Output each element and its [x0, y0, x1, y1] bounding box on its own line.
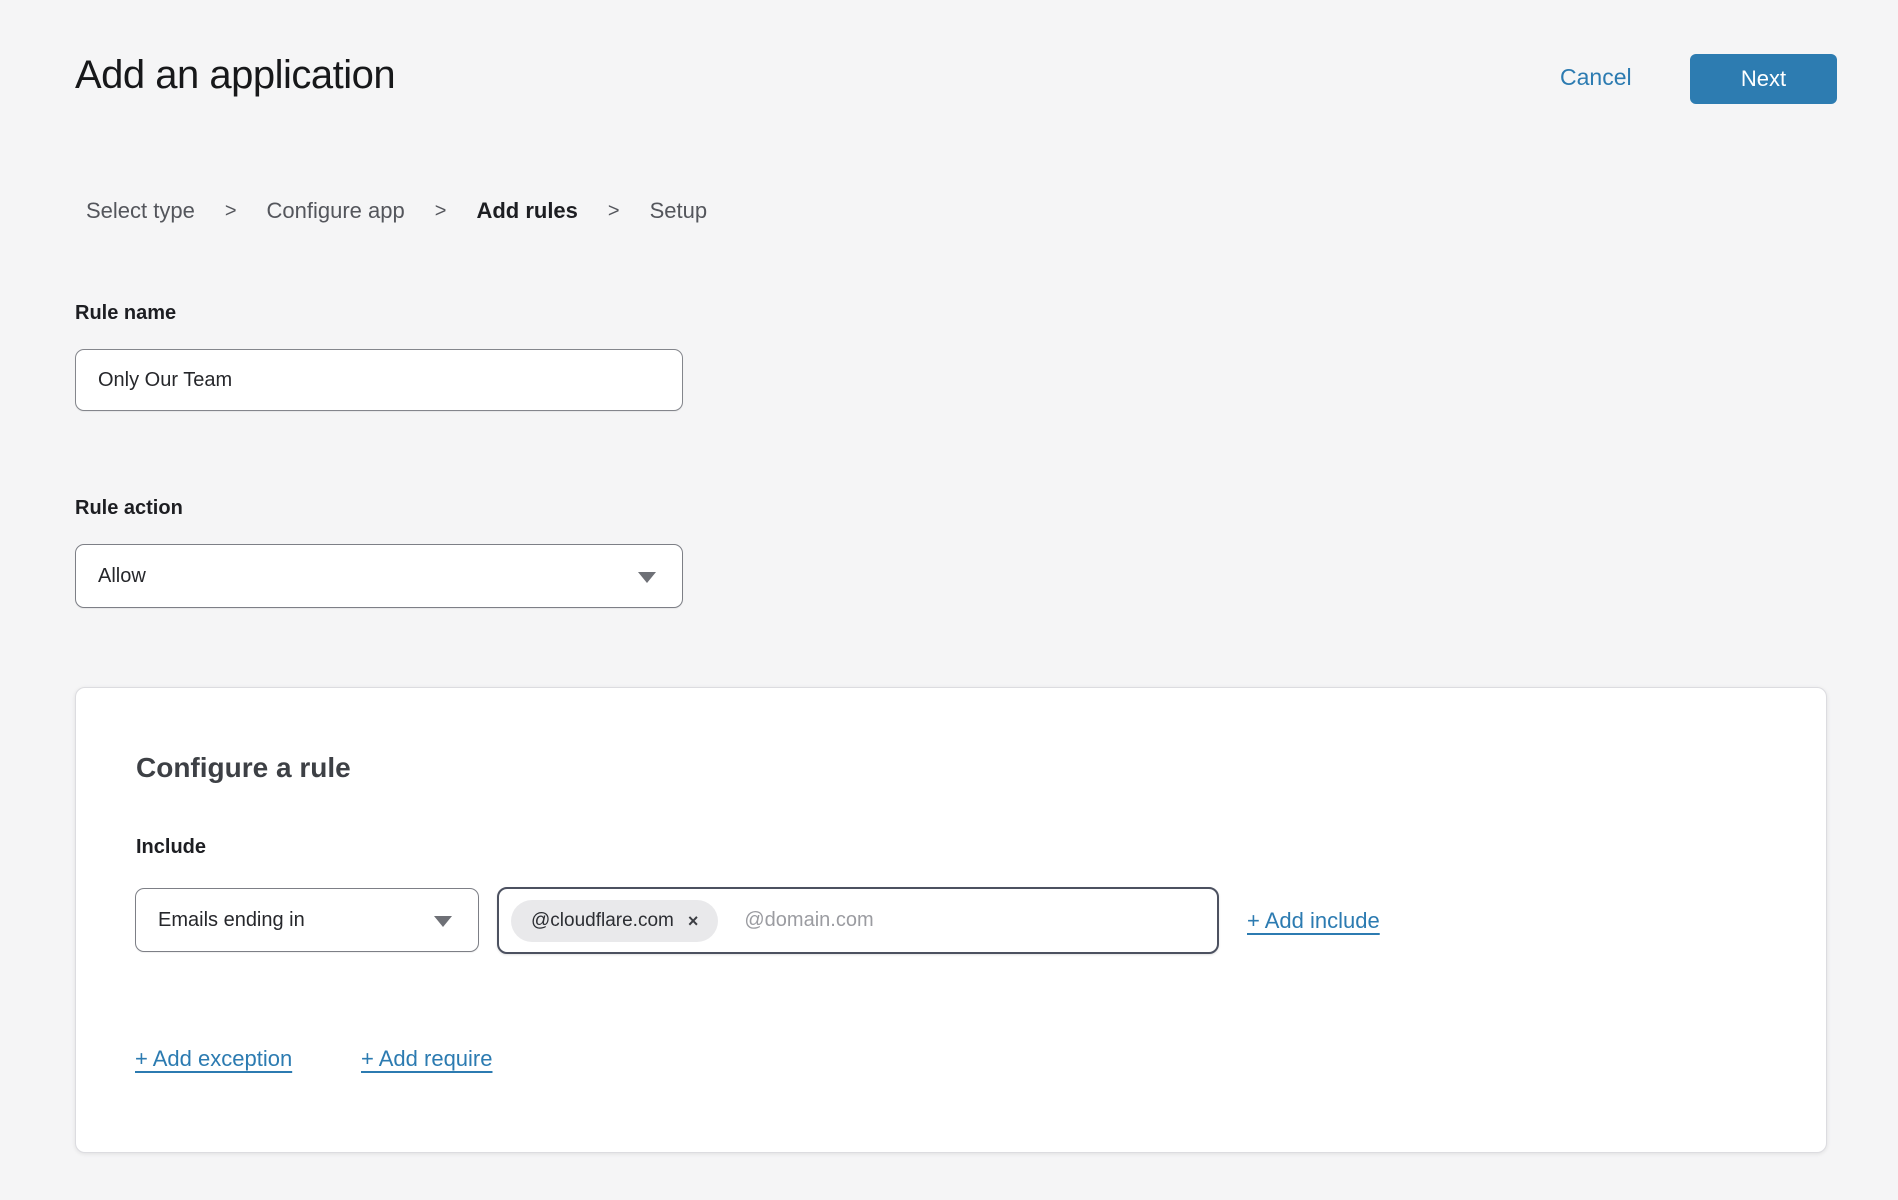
add-application-page: Add an application Cancel Next Select ty… [0, 0, 1898, 1200]
dropdown-caret-icon [434, 916, 452, 927]
cancel-button[interactable]: Cancel [1560, 64, 1632, 91]
add-require-link[interactable]: + Add require [361, 1046, 492, 1072]
rule-card-title: Configure a rule [136, 752, 351, 784]
rule-name-input[interactable] [75, 349, 683, 411]
tag-remove-icon[interactable]: × [688, 912, 699, 930]
email-domain-tag: @cloudflare.com × [511, 900, 718, 942]
include-selector-select[interactable]: Emails ending in [135, 888, 479, 952]
email-domain-entry-input[interactable] [744, 909, 1205, 932]
breadcrumb-step-setup[interactable]: Setup [650, 198, 708, 224]
add-exception-link[interactable]: + Add exception [135, 1046, 292, 1072]
breadcrumb-step-configure-app[interactable]: Configure app [267, 198, 405, 224]
configure-rule-card: Configure a rule Include Emails ending i… [75, 687, 1827, 1153]
next-button[interactable]: Next [1690, 54, 1837, 104]
include-label: Include [136, 836, 206, 859]
rule-action-selected-value: Allow [98, 565, 146, 588]
breadcrumb-step-select-type[interactable]: Select type [86, 198, 195, 224]
page-title: Add an application [75, 53, 395, 98]
breadcrumb-separator-icon: > [225, 200, 237, 223]
rule-action-select[interactable]: Allow [75, 544, 683, 608]
breadcrumb-step-add-rules: Add rules [476, 198, 577, 224]
rule-name-label: Rule name [75, 302, 176, 325]
rule-action-label: Rule action [75, 497, 183, 520]
include-emails-tag-input[interactable]: @cloudflare.com × [497, 887, 1219, 954]
breadcrumb-separator-icon: > [608, 200, 620, 223]
add-include-link[interactable]: + Add include [1247, 908, 1380, 934]
breadcrumb: Select type > Configure app > Add rules … [86, 198, 707, 224]
email-domain-tag-label: @cloudflare.com [531, 910, 674, 932]
breadcrumb-separator-icon: > [435, 200, 447, 223]
include-selector-value: Emails ending in [158, 909, 305, 932]
dropdown-caret-icon [638, 572, 656, 583]
